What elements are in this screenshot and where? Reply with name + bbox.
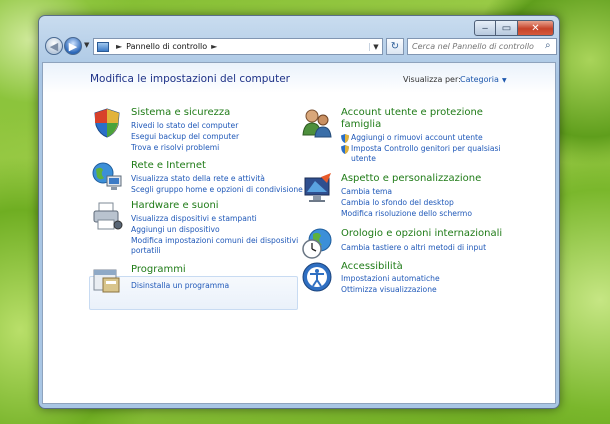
link-devices-printers[interactable]: Visualizza dispositivi e stampanti xyxy=(131,214,257,224)
category-title[interactable]: Hardware e suoni xyxy=(131,200,219,212)
link-troubleshoot[interactable]: Trova e risolvi problemi xyxy=(131,143,219,153)
address-bar[interactable]: ► Pannello di controllo ► ▼ xyxy=(93,38,383,55)
view-by-dropdown[interactable]: Categoria ▼ xyxy=(460,75,507,84)
link-uninstall-program[interactable]: Disinstalla un programma xyxy=(131,281,229,291)
uac-shield-icon xyxy=(341,133,349,143)
back-arrow-icon: ◀ xyxy=(49,39,59,53)
breadcrumb-separator-icon[interactable]: ► xyxy=(116,42,122,51)
category-title-cont[interactable]: famiglia xyxy=(341,119,381,131)
category-title[interactable]: Account utente e protezione xyxy=(341,107,483,119)
network-globe-icon xyxy=(92,162,122,190)
category-title[interactable]: Sistema e sicurezza xyxy=(131,107,230,119)
link-mobility-settings-cont[interactable]: portatili xyxy=(131,246,161,256)
link-screen-resolution[interactable]: Modifica risoluzione dello schermo xyxy=(341,209,472,219)
link-optimize-display[interactable]: Ottimizza visualizzazione xyxy=(341,285,437,295)
chevron-down-icon: ▼ xyxy=(501,77,507,84)
search-icon[interactable]: ⌕ xyxy=(545,40,551,51)
back-button[interactable]: ◀ xyxy=(45,37,63,55)
link-parental-controls-cont[interactable]: utente xyxy=(351,154,376,164)
main-content: Modifica le impostazioni del computer Vi… xyxy=(42,62,556,404)
category-title[interactable]: Orologio e opzioni internazionali xyxy=(341,228,502,240)
accessibility-icon xyxy=(302,262,332,292)
link-keyboards-input[interactable]: Cambia tastiere o altri metodi di input xyxy=(341,243,486,253)
minimize-button[interactable]: ‒ xyxy=(474,20,496,36)
link-desktop-background[interactable]: Cambia lo sfondo del desktop xyxy=(341,198,454,208)
clock-globe-icon xyxy=(302,228,332,259)
category-title[interactable]: Aspetto e personalizzazione xyxy=(341,173,481,185)
shield-icon xyxy=(94,108,120,138)
link-review-computer-status[interactable]: Rivedi lo stato del computer xyxy=(131,121,238,131)
link-add-remove-accounts[interactable]: Aggiungi o rimuovi account utente xyxy=(341,133,483,143)
close-button[interactable]: ✕ xyxy=(518,20,554,36)
link-mobility-settings[interactable]: Modifica impostazioni comuni dei disposi… xyxy=(131,236,298,246)
control-panel-icon xyxy=(97,41,109,52)
category-title[interactable]: Rete e Internet xyxy=(131,160,206,172)
users-icon xyxy=(302,109,332,138)
control-panel-window: ‒ ▭ ✕ ◀ ▶ ▼ ► Pannello di controllo ► ▼ … xyxy=(38,15,560,409)
printer-icon xyxy=(93,202,123,230)
forward-arrow-icon: ▶ xyxy=(68,39,78,53)
breadcrumb-control-panel[interactable]: Pannello di controllo xyxy=(126,42,207,51)
recent-pages-dropdown[interactable]: ▼ xyxy=(84,41,89,49)
refresh-icon: ↻ xyxy=(390,41,400,52)
refresh-button[interactable]: ↻ xyxy=(386,38,404,55)
link-homegroup-sharing[interactable]: Scegli gruppo home e opzioni di condivis… xyxy=(131,185,303,195)
category-title[interactable]: Accessibilità xyxy=(341,261,403,273)
view-by-label: Visualizza per: xyxy=(403,75,461,84)
link-change-theme[interactable]: Cambia tema xyxy=(341,187,392,197)
page-title: Modifica le impostazioni del computer xyxy=(90,73,290,85)
search-input[interactable] xyxy=(407,38,557,55)
breadcrumb-separator-icon[interactable]: ► xyxy=(211,42,217,51)
link-parental-controls[interactable]: Imposta Controllo genitori per qualsiasi xyxy=(341,144,501,154)
maximize-button[interactable]: ▭ xyxy=(496,20,518,36)
programs-icon xyxy=(93,269,120,293)
category-title[interactable]: Programmi xyxy=(131,264,186,276)
link-add-device[interactable]: Aggiungi un dispositivo xyxy=(131,225,220,235)
monitor-paint-icon xyxy=(304,173,331,202)
link-network-status[interactable]: Visualizza stato della rete e attività xyxy=(131,174,265,184)
forward-button[interactable]: ▶ xyxy=(64,37,82,55)
uac-shield-icon xyxy=(341,144,349,154)
address-dropdown-icon[interactable]: ▼ xyxy=(369,42,382,51)
caption-buttons: ‒ ▭ ✕ xyxy=(474,20,554,36)
navigation-bar: ◀ ▶ ▼ ► Pannello di controllo ► ▼ ↻ ⌕ xyxy=(43,36,557,58)
link-automatic-settings[interactable]: Impostazioni automatiche xyxy=(341,274,440,284)
link-backup-computer[interactable]: Esegui backup del computer xyxy=(131,132,239,142)
